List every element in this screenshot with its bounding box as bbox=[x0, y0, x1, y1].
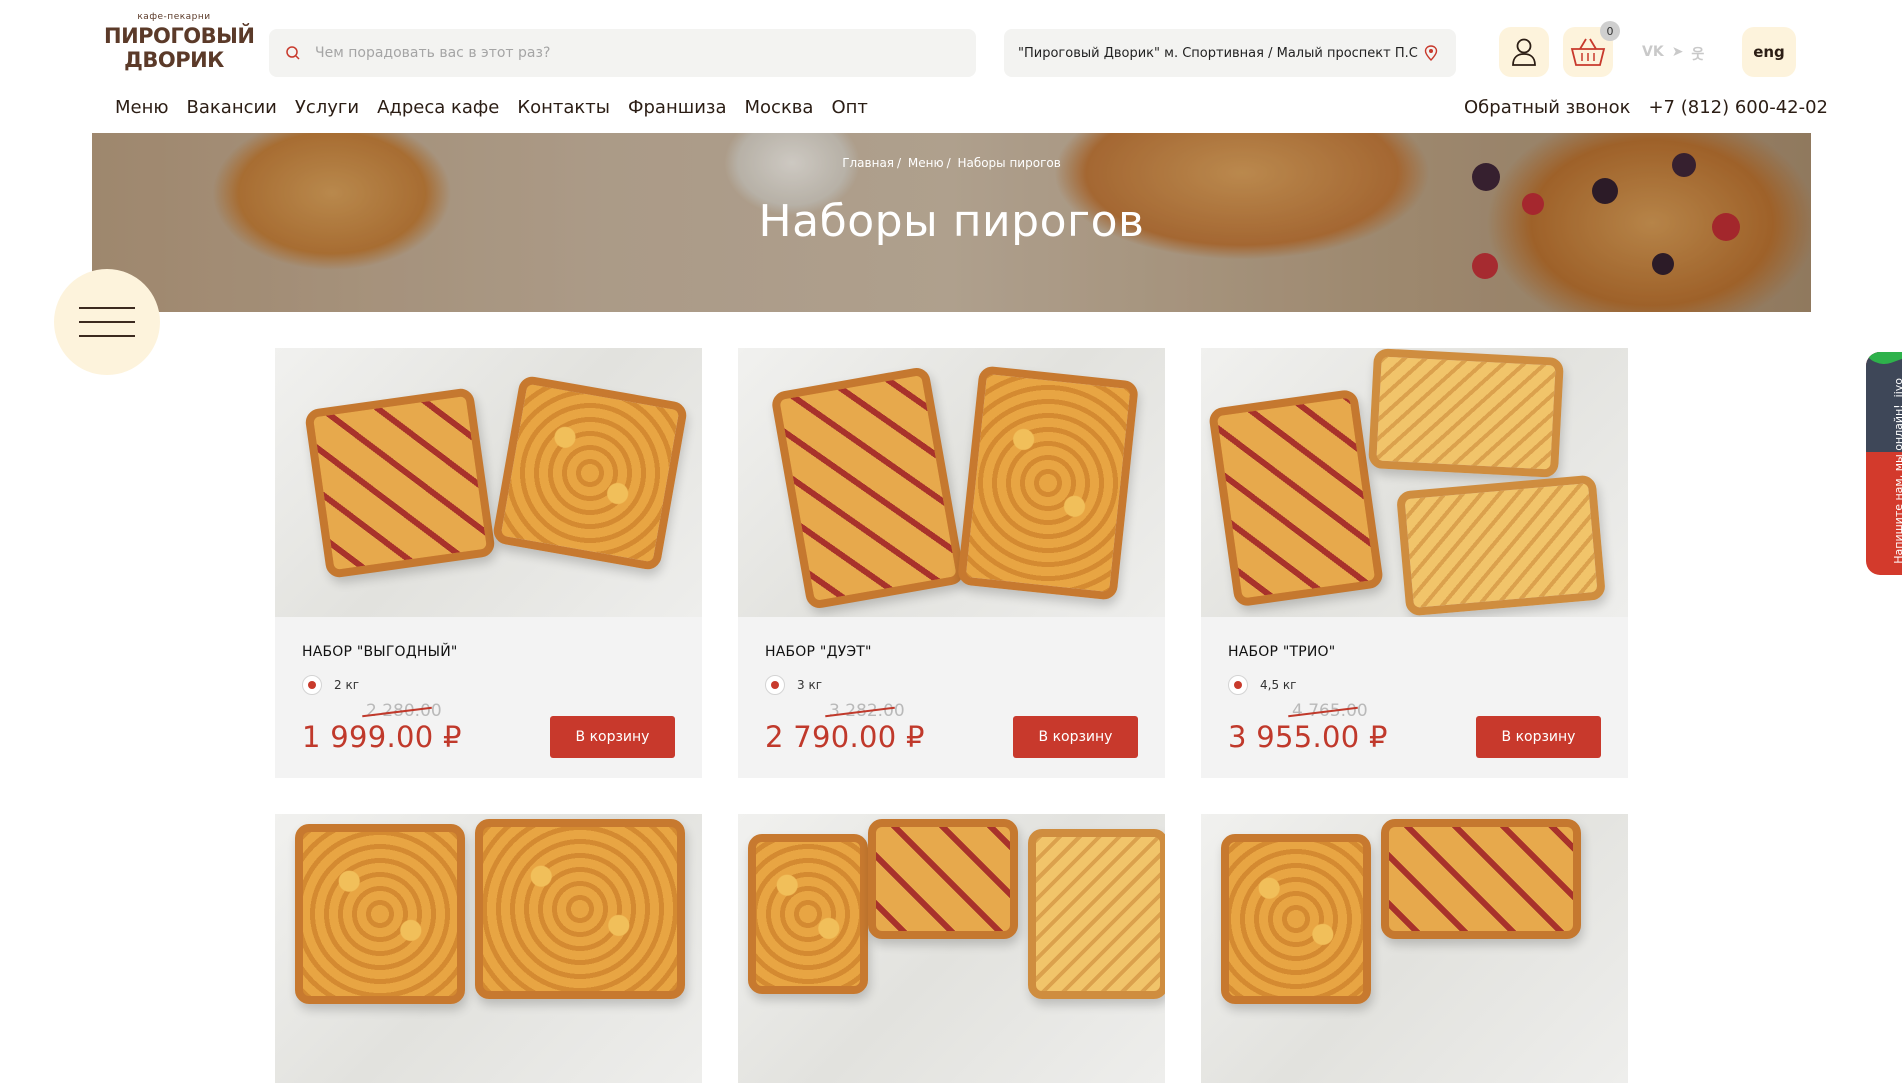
current-price: 2 790.00 ₽ bbox=[765, 720, 925, 754]
user-icon bbox=[1512, 38, 1536, 66]
telegram-icon[interactable]: ➤ bbox=[1672, 44, 1684, 64]
product-image[interactable] bbox=[738, 348, 1165, 617]
weight-label: 3 кг bbox=[797, 678, 823, 692]
product-image[interactable] bbox=[275, 348, 702, 617]
search-bar[interactable] bbox=[269, 29, 976, 77]
logo[interactable]: кафе-пекарни ПИРОГОВЫЙ ДВОРИК bbox=[104, 12, 255, 72]
product-card[interactable]: НАБОР "ТРИО" 4,5 кг 4 765.00 3 955.00 ₽ … bbox=[1201, 348, 1628, 778]
product-card[interactable] bbox=[738, 814, 1165, 1083]
product-card[interactable] bbox=[275, 814, 702, 1083]
breadcrumb-home[interactable]: Главная bbox=[842, 156, 894, 170]
basket-icon bbox=[1570, 38, 1606, 66]
nav-item-contacts[interactable]: Контакты bbox=[517, 97, 610, 118]
product-name[interactable]: НАБОР "ДУЭТ" bbox=[765, 644, 872, 660]
logo-line-1: ПИРОГОВЫЙ bbox=[104, 24, 255, 48]
add-to-cart-button[interactable]: В корзину bbox=[1476, 716, 1601, 758]
weight-option[interactable]: 4,5 кг bbox=[1228, 675, 1296, 695]
breadcrumb-current: Наборы пирогов bbox=[957, 156, 1061, 170]
weight-option[interactable]: 3 кг bbox=[765, 675, 822, 695]
nav-item-wholesale[interactable]: Опт bbox=[831, 97, 867, 118]
nav-item-vacancies[interactable]: Вакансии bbox=[187, 97, 277, 118]
product-name[interactable]: НАБОР "ВЫГОДНЫЙ" bbox=[302, 644, 458, 660]
current-price: 3 955.00 ₽ bbox=[1228, 720, 1388, 754]
hero-banner: Главная / Меню / Наборы пирогов Наборы пир… bbox=[92, 133, 1811, 312]
page-title: Наборы пирогов bbox=[758, 196, 1145, 247]
product-card[interactable] bbox=[1201, 814, 1628, 1083]
logo-tagline: кафе-пекарни bbox=[137, 12, 211, 22]
current-price: 1 999.00 ₽ bbox=[302, 720, 462, 754]
nav-item-menu[interactable]: Меню bbox=[115, 97, 169, 118]
product-card[interactable]: НАБОР "ВЫГОДНЫЙ" 2 кг 2 280.00 1 999.00 … bbox=[275, 348, 702, 778]
radio-selected[interactable] bbox=[1228, 675, 1248, 695]
product-card[interactable]: НАБОР "ДУЭТ" 3 кг 3 282.00 2 790.00 ₽ В … bbox=[738, 348, 1165, 778]
search-input[interactable] bbox=[315, 45, 915, 61]
hamburger-menu-button[interactable] bbox=[54, 269, 160, 375]
phone-link[interactable]: +7 (812) 600-42-02 bbox=[1648, 97, 1828, 118]
old-price: 4 765.00 bbox=[1288, 701, 1368, 721]
weight-label: 2 кг bbox=[334, 678, 360, 692]
add-to-cart-button[interactable]: В корзину bbox=[550, 716, 675, 758]
old-price: 2 280.00 bbox=[362, 701, 442, 721]
location-pin-icon bbox=[1424, 45, 1438, 61]
address-selector[interactable]: "Пироговый Дворик" м. Спортивная / Малый… bbox=[1004, 29, 1456, 77]
language-switch[interactable]: eng bbox=[1742, 27, 1796, 77]
search-icon bbox=[286, 46, 300, 60]
add-to-cart-button[interactable]: В корзину bbox=[1013, 716, 1138, 758]
product-name[interactable]: НАБОР "ТРИО" bbox=[1228, 644, 1335, 660]
odnoklassniki-icon[interactable]: 웃 bbox=[1691, 44, 1704, 64]
radio-selected[interactable] bbox=[765, 675, 785, 695]
social-links: VK ➤ 웃 bbox=[1642, 44, 1704, 64]
breadcrumb-menu[interactable]: Меню bbox=[908, 156, 944, 170]
nav-item-franchise[interactable]: Франшиза bbox=[628, 97, 727, 118]
old-price: 3 282.00 bbox=[825, 701, 905, 721]
callback-link[interactable]: Обратный звонок bbox=[1464, 97, 1630, 118]
vk-icon[interactable]: VK bbox=[1642, 44, 1664, 64]
product-image[interactable] bbox=[1201, 814, 1628, 1083]
nav-item-moscow[interactable]: Москва bbox=[745, 97, 814, 118]
chat-widget-label: Напишите нам, мы онлайн! jivo bbox=[1892, 378, 1902, 564]
breadcrumb: Главная / Меню / Наборы пирогов bbox=[842, 156, 1061, 170]
product-image[interactable] bbox=[738, 814, 1165, 1083]
nav-item-addresses[interactable]: Адреса кафе bbox=[377, 97, 499, 118]
product-image[interactable] bbox=[275, 814, 702, 1083]
main-nav: Меню Вакансии Услуги Адреса кафе Контакт… bbox=[115, 97, 886, 118]
chat-widget[interactable]: Напишите нам, мы онлайн! jivo bbox=[1866, 352, 1902, 575]
logo-line-2: ДВОРИК bbox=[124, 48, 224, 72]
product-image[interactable] bbox=[1201, 348, 1628, 617]
nav-item-services[interactable]: Услуги bbox=[295, 97, 359, 118]
cart-count-badge: 0 bbox=[1600, 21, 1620, 41]
weight-label: 4,5 кг bbox=[1260, 678, 1297, 692]
weight-option[interactable]: 2 кг bbox=[302, 675, 359, 695]
hamburger-icon bbox=[79, 307, 135, 309]
profile-button[interactable] bbox=[1499, 27, 1549, 77]
header-contacts: Обратный звонок +7 (812) 600-42-02 bbox=[1464, 97, 1846, 118]
address-text: "Пироговый Дворик" м. Спортивная / Малый… bbox=[1018, 45, 1418, 61]
radio-selected[interactable] bbox=[302, 675, 322, 695]
